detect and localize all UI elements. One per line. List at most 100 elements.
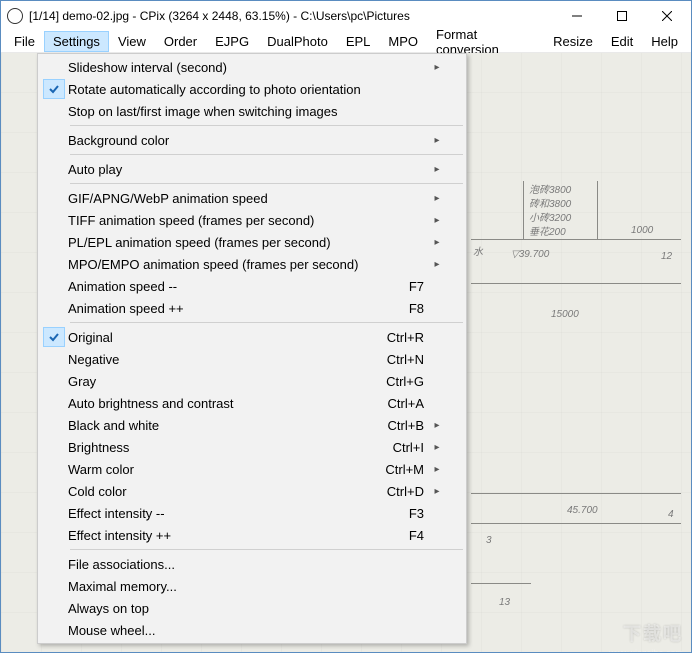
menu-item-accelerator: Ctrl+B: [388, 418, 430, 433]
settings-menu: Slideshow interval (second) ▸ Rotate autom…: [37, 53, 467, 644]
menu-item-accelerator: F4: [409, 528, 430, 543]
menu-item-pl-epl-animation-speed-frames-per-second[interactable]: PL/EPL animation speed (frames per secon…: [40, 231, 464, 253]
menu-item-warm-color[interactable]: Warm colorCtrl+M▸: [40, 458, 464, 480]
menu-item-label: Slideshow interval (second): [68, 60, 424, 75]
blueprint-annotation: 4: [668, 509, 674, 520]
menu-item-always-on-top[interactable]: Always on top: [40, 597, 464, 619]
menu-item-auto-brightness-and-contrast[interactable]: Auto brightness and contrastCtrl+A: [40, 392, 464, 414]
menu-separator: [70, 322, 463, 323]
menu-item-label: PL/EPL animation speed (frames per secon…: [68, 235, 424, 250]
menu-order[interactable]: Order: [155, 31, 206, 52]
blueprint-annotation: 垂花200: [529, 223, 566, 238]
menu-dualphoto[interactable]: DualPhoto: [258, 31, 337, 52]
menu-item-label: Black and white: [68, 418, 388, 433]
menu-item-accelerator: Ctrl+M: [385, 462, 430, 477]
menu-item-label: Animation speed --: [68, 279, 409, 294]
menu-item-file-associations[interactable]: File associations...: [40, 553, 464, 575]
menu-item-accelerator: Ctrl+N: [387, 352, 430, 367]
menu-item-accelerator: F8: [409, 301, 430, 316]
menu-item-label: Cold color: [68, 484, 387, 499]
menu-item-animation-speed[interactable]: Animation speed --F7: [40, 275, 464, 297]
menu-item-mouse-wheel[interactable]: Mouse wheel...: [40, 619, 464, 641]
menu-item-accelerator: F3: [409, 506, 430, 521]
menu-epl[interactable]: EPL: [337, 31, 380, 52]
menu-item-label: Mouse wheel...: [68, 623, 424, 638]
menu-mpo[interactable]: MPO: [379, 31, 427, 52]
menu-item-tiff-animation-speed-frames-per-second[interactable]: TIFF animation speed (frames per second)…: [40, 209, 464, 231]
menu-item-auto-play[interactable]: Auto play▸: [40, 158, 464, 180]
blueprint-annotation: 1000: [631, 225, 653, 236]
menu-edit[interactable]: Edit: [602, 31, 642, 52]
menu-item-negative[interactable]: NegativeCtrl+N: [40, 348, 464, 370]
blueprint-annotation: 13: [499, 597, 510, 608]
menu-item-label: Original: [68, 330, 387, 345]
menu-item-cold-color[interactable]: Cold colorCtrl+D▸: [40, 480, 464, 502]
blueprint-annotation: 小砖3200: [529, 209, 571, 224]
menu-item-effect-intensity[interactable]: Effect intensity --F3: [40, 502, 464, 524]
content-area: 泡砖3800砖和3800小砖3200垂花2001000▽39.700121500…: [1, 53, 691, 652]
menu-item-background-color[interactable]: Background color ▸: [40, 129, 464, 151]
app-icon: [7, 8, 23, 24]
menu-item-maximal-memory[interactable]: Maximal memory...: [40, 575, 464, 597]
submenu-arrow-icon: ▸: [430, 193, 444, 204]
menu-view[interactable]: View: [109, 31, 155, 52]
menu-item-label: Auto brightness and contrast: [68, 396, 388, 411]
menu-item-label: Brightness: [68, 440, 393, 455]
menu-item-label: Effect intensity --: [68, 506, 409, 521]
blueprint-annotation: 水: [473, 243, 483, 258]
menu-ejpg[interactable]: EJPG: [206, 31, 258, 52]
menu-item-label: TIFF animation speed (frames per second): [68, 213, 424, 228]
menu-item-animation-speed[interactable]: Animation speed ++F8: [40, 297, 464, 319]
menu-separator: [70, 183, 463, 184]
titlebar[interactable]: [1/14] demo-02.jpg - CPix (3264 x 2448, …: [1, 1, 691, 31]
menu-separator: [70, 125, 463, 126]
menu-item-gray[interactable]: GrayCtrl+G: [40, 370, 464, 392]
menu-item-black-and-white[interactable]: Black and whiteCtrl+B▸: [40, 414, 464, 436]
submenu-arrow-icon: ▸: [430, 237, 444, 248]
submenu-arrow-icon: ▸: [430, 259, 444, 270]
menu-settings[interactable]: Settings: [44, 31, 109, 52]
menu-separator: [70, 154, 463, 155]
menu-item-label: Auto play: [68, 162, 424, 177]
submenu-arrow-icon: ▸: [430, 420, 444, 431]
submenu-arrow-icon: ▸: [430, 215, 444, 226]
menu-help[interactable]: Help: [642, 31, 687, 52]
blueprint-annotation: 砖和3800: [529, 195, 571, 210]
menu-item-original[interactable]: OriginalCtrl+R: [40, 326, 464, 348]
minimize-button[interactable]: [554, 1, 599, 31]
menu-item-label: Gray: [68, 374, 386, 389]
maximize-button[interactable]: [599, 1, 644, 31]
menu-item-slideshow-interval-second[interactable]: Slideshow interval (second) ▸: [40, 56, 464, 78]
menu-item-gif-apng-webp-animation-speed[interactable]: GIF/APNG/WebP animation speed ▸: [40, 187, 464, 209]
menu-item-label: Stop on last/first image when switching …: [68, 104, 424, 119]
submenu-arrow-icon: ▸: [430, 486, 444, 497]
blueprint-annotation: 45.700: [567, 505, 598, 516]
menu-item-accelerator: Ctrl+D: [387, 484, 430, 499]
menu-item-label: Background color: [68, 133, 424, 148]
menu-item-label: GIF/APNG/WebP animation speed: [68, 191, 424, 206]
menu-item-effect-intensity[interactable]: Effect intensity ++F4: [40, 524, 464, 546]
close-button[interactable]: [644, 1, 689, 31]
blueprint-annotation: 15000: [551, 309, 579, 320]
blueprint-annotation: 泡砖3800: [529, 181, 571, 196]
submenu-arrow-icon: ▸: [430, 135, 444, 146]
menu-file[interactable]: File: [5, 31, 44, 52]
submenu-arrow-icon: ▸: [430, 62, 444, 73]
menu-item-rotate-automatically-according-to-photo-orientation[interactable]: Rotate automatically according to photo …: [40, 78, 464, 100]
menu-item-label: Always on top: [68, 601, 424, 616]
menu-item-label: Animation speed ++: [68, 301, 409, 316]
menu-separator: [70, 549, 463, 550]
menu-item-brightness[interactable]: BrightnessCtrl+I▸: [40, 436, 464, 458]
menu-format-conversion[interactable]: Format conversion: [427, 31, 544, 52]
menu-resize[interactable]: Resize: [544, 31, 602, 52]
menu-item-mpo-empo-animation-speed-frames-per-second[interactable]: MPO/EMPO animation speed (frames per sec…: [40, 253, 464, 275]
menu-item-label: Maximal memory...: [68, 579, 424, 594]
watermark: 下载吧: [623, 620, 683, 646]
menu-item-stop-on-last-first-image-when-switching-images[interactable]: Stop on last/first image when switching …: [40, 100, 464, 122]
menu-item-label: Effect intensity ++: [68, 528, 409, 543]
watermark-url: www.xiazaiba.com: [609, 648, 683, 652]
check-icon: [43, 327, 65, 347]
menu-item-accelerator: Ctrl+G: [386, 374, 430, 389]
blueprint-annotation: 12: [661, 251, 672, 262]
window-title: [1/14] demo-02.jpg - CPix (3264 x 2448, …: [29, 9, 410, 23]
